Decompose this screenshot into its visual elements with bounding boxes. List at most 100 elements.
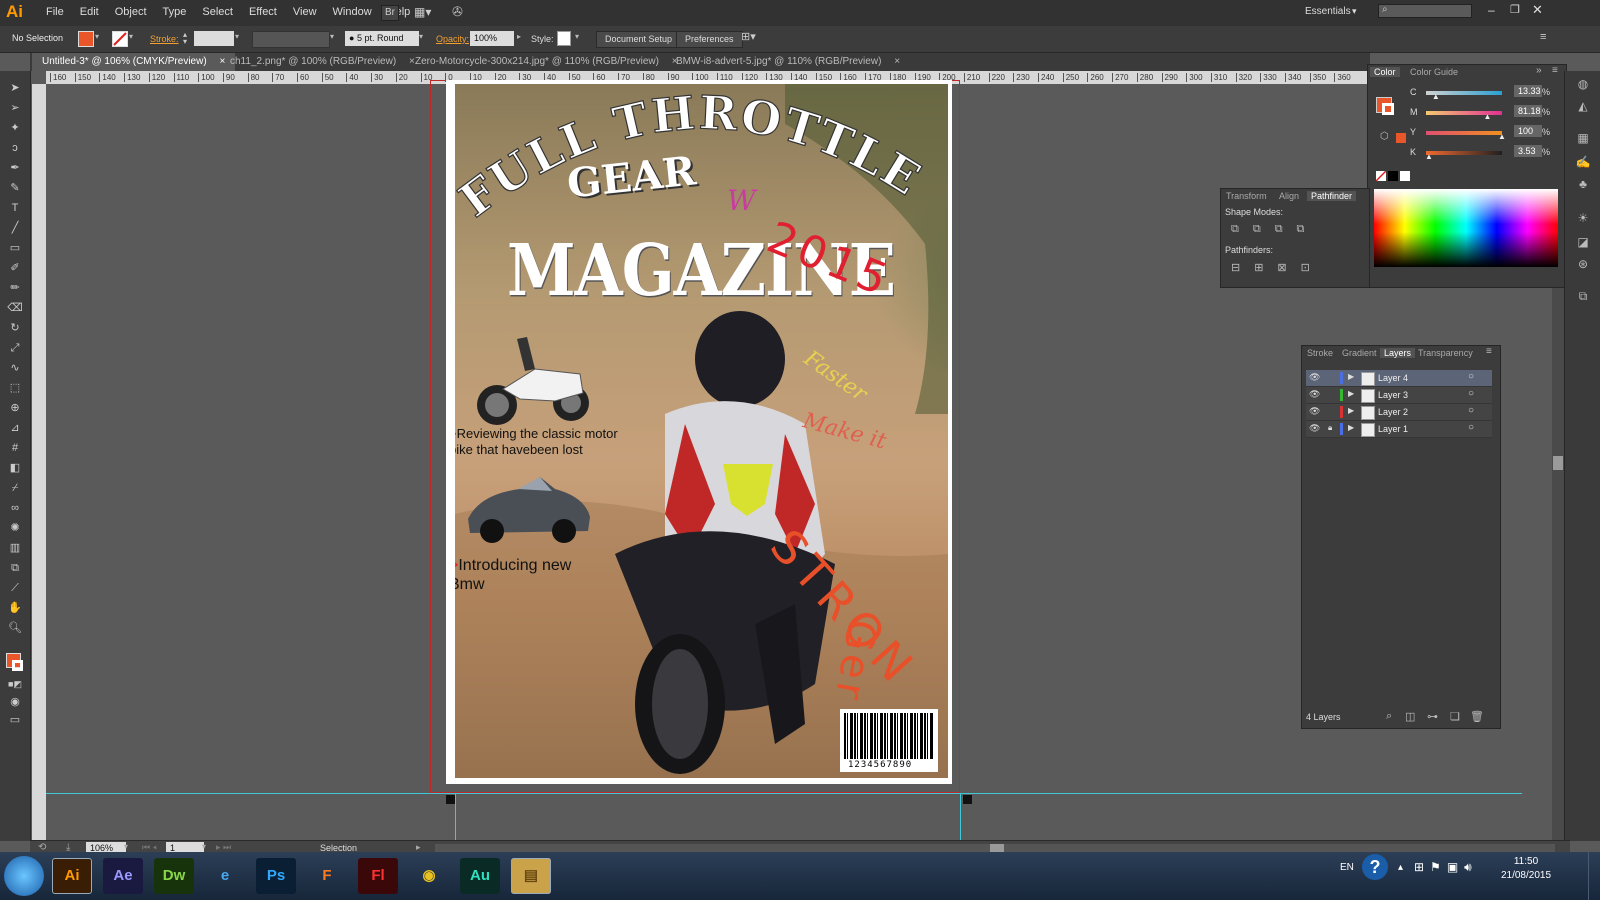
fill-color-swatch[interactable] bbox=[78, 31, 94, 47]
color-guide-icon[interactable]: ◭ bbox=[1575, 99, 1591, 113]
restore-window-icon[interactable]: ❐ bbox=[1510, 3, 1520, 16]
taskbar-app-7[interactable]: Fl bbox=[358, 858, 398, 894]
color-mode-icon[interactable]: ■◩ bbox=[7, 677, 23, 691]
chevron-down-icon[interactable]: ▾ bbox=[124, 842, 128, 851]
graphic-styles-icon[interactable]: ◪ bbox=[1575, 235, 1591, 249]
color-spectrum[interactable] bbox=[1374, 189, 1558, 267]
target-circle-icon[interactable]: ○ bbox=[1468, 371, 1474, 382]
curvature-tool-icon[interactable]: ✎ bbox=[7, 181, 23, 195]
chevron-down-icon[interactable]: ▾ bbox=[330, 32, 334, 41]
chevron-down-icon[interactable]: ▾ bbox=[575, 32, 579, 41]
taskbar-app-8[interactable]: ◉ bbox=[409, 858, 449, 894]
shape-builder-tool-icon[interactable]: ⊕ bbox=[7, 401, 23, 415]
taskbar-app-4[interactable]: e bbox=[205, 858, 245, 894]
direct-selection-tool-icon[interactable]: ➢ bbox=[7, 101, 23, 115]
menu-file[interactable]: File bbox=[38, 6, 72, 18]
expand-layer-icon[interactable]: ▶ bbox=[1348, 389, 1354, 398]
target-circle-icon[interactable]: ○ bbox=[1468, 422, 1474, 433]
tab-gradient[interactable]: Gradient bbox=[1342, 348, 1377, 358]
layer-row[interactable]: 👁︎ ▶ Layer 4 ○ bbox=[1306, 370, 1492, 387]
panel-menu-icon[interactable]: ≡ bbox=[1552, 65, 1558, 76]
stroke-swatch[interactable] bbox=[12, 660, 23, 671]
magazine-cover[interactable]: 1234567890 FULL THROTTLE GEAR W MAGAZINE… bbox=[455, 84, 948, 778]
out-of-gamut-swatch[interactable] bbox=[1396, 133, 1406, 143]
mesh-tool-icon[interactable]: # bbox=[7, 441, 23, 455]
chevron-down-icon[interactable]: ▾ bbox=[129, 32, 133, 41]
taskbar-app-1[interactable]: Ai bbox=[52, 858, 92, 894]
blend-tool-icon[interactable]: ∞ bbox=[7, 501, 23, 515]
arrange-documents-icon[interactable]: ▦▾ bbox=[414, 5, 438, 19]
color-panel-icon[interactable]: ◍ bbox=[1575, 77, 1591, 91]
expand-layer-icon[interactable]: ▶ bbox=[1348, 406, 1354, 415]
menu-window[interactable]: Window bbox=[325, 6, 380, 18]
menu-type[interactable]: Type bbox=[155, 6, 195, 18]
visibility-eye-icon[interactable]: 👁︎ bbox=[1309, 389, 1320, 400]
hand-tool-icon[interactable]: ✋ bbox=[7, 601, 23, 615]
menu-effect[interactable]: Effect bbox=[241, 6, 285, 18]
tray-chevron-icon[interactable]: ▴ bbox=[1398, 862, 1403, 873]
menu-view[interactable]: View bbox=[285, 6, 325, 18]
none-swatch[interactable] bbox=[1375, 170, 1387, 182]
bridge-button[interactable]: Br bbox=[381, 5, 399, 21]
selection-tool-icon[interactable]: ➤ bbox=[7, 81, 23, 95]
target-circle-icon[interactable]: ○ bbox=[1468, 405, 1474, 416]
channel-slider[interactable] bbox=[1426, 151, 1502, 155]
layer-name[interactable]: Layer 4 bbox=[1378, 373, 1408, 383]
workspace-switcher[interactable]: Essentials bbox=[1305, 6, 1351, 17]
panel-menu-icon[interactable]: ≡ bbox=[1486, 346, 1492, 357]
tab-bmw-advert[interactable]: BMW-i8-advert-5.jpg* @ 110% (RGB/Preview… bbox=[666, 53, 910, 71]
opacity-label[interactable]: Opacity: bbox=[436, 34, 469, 44]
close-icon[interactable]: × bbox=[894, 56, 900, 67]
guide-vertical-left[interactable] bbox=[455, 793, 456, 840]
tab-layers[interactable]: Layers bbox=[1380, 348, 1416, 358]
taskbar-app-2[interactable]: Ae bbox=[103, 858, 143, 894]
tab-align[interactable]: Align bbox=[1279, 191, 1299, 201]
pathfinder-buttons[interactable]: ⊟⊞⊠⊡ bbox=[1231, 261, 1324, 274]
expand-layer-icon[interactable]: ▶ bbox=[1348, 423, 1354, 432]
brush-definition[interactable]: ● 5 pt. Round bbox=[345, 31, 419, 46]
search-input[interactable] bbox=[1378, 4, 1472, 18]
taskbar-app-5[interactable]: Ps bbox=[256, 858, 296, 894]
artboard-tool-icon[interactable]: ⧉ bbox=[7, 561, 23, 575]
slider-thumb-icon[interactable]: ▲ bbox=[1498, 132, 1506, 141]
channel-slider[interactable] bbox=[1426, 131, 1502, 135]
stroke-swatch[interactable] bbox=[1382, 103, 1394, 115]
lock-icon[interactable]: 🔒︎ bbox=[1328, 423, 1332, 433]
layer-name[interactable]: Layer 1 bbox=[1378, 424, 1408, 434]
taskbar-app-10[interactable]: ▤ bbox=[511, 858, 551, 894]
clipping-mask-icon[interactable]: ◫ bbox=[1405, 710, 1415, 723]
clock-time[interactable]: 11:50 bbox=[1500, 856, 1552, 867]
tab-ch11-2[interactable]: ch11_2.png* @ 100% (RGB/Preview) × bbox=[220, 53, 425, 71]
document-setup-button[interactable]: Document Setup bbox=[596, 31, 682, 48]
graph-tool-icon[interactable]: ▥ bbox=[7, 541, 23, 555]
channel-value[interactable]: 100 bbox=[1514, 125, 1542, 137]
pen-tool-icon[interactable]: ✒ bbox=[7, 161, 23, 175]
locate-object-icon[interactable]: ⌕ bbox=[1386, 710, 1392, 723]
layer-row[interactable]: 👁︎ 🔒︎ ▶ Layer 1 ○ bbox=[1306, 421, 1492, 438]
zoom-tool-icon[interactable]: 🔍︎ bbox=[7, 621, 23, 635]
slider-thumb-icon[interactable]: ▲ bbox=[1484, 112, 1492, 121]
graphic-style-swatch[interactable] bbox=[557, 31, 571, 46]
menu-object[interactable]: Object bbox=[107, 6, 155, 18]
layer-row[interactable]: 👁︎ ▶ Layer 3 ○ bbox=[1306, 387, 1492, 404]
guide-horizontal[interactable] bbox=[46, 793, 1522, 794]
chevron-down-icon[interactable]: ▾ bbox=[419, 32, 423, 41]
magic-wand-tool-icon[interactable]: ✦ bbox=[7, 121, 23, 135]
slider-thumb-icon[interactable]: ▲ bbox=[1432, 92, 1440, 101]
show-desktop-button[interactable] bbox=[1588, 852, 1600, 900]
warp-tool-icon[interactable]: ∿ bbox=[7, 361, 23, 375]
chevron-down-icon[interactable]: ▾ bbox=[1352, 6, 1357, 17]
menu-edit[interactable]: Edit bbox=[72, 6, 107, 18]
links-icon[interactable]: ⊛ bbox=[1575, 257, 1591, 271]
new-layer-icon[interactable]: ❏ bbox=[1450, 710, 1460, 723]
tab-stroke[interactable]: Stroke bbox=[1307, 348, 1333, 358]
delete-layer-icon[interactable]: 🗑︎ bbox=[1470, 710, 1484, 723]
gradient-tool-icon[interactable]: ◧ bbox=[7, 461, 23, 475]
panel-collapse-icon[interactable]: » bbox=[1536, 65, 1542, 76]
symbols-icon[interactable]: ♣ bbox=[1575, 177, 1591, 191]
panel-menu-icon[interactable]: ≡ bbox=[1540, 31, 1546, 43]
clock-date[interactable]: 21/08/2015 bbox=[1500, 870, 1552, 881]
channel-value[interactable]: 81.18 bbox=[1514, 105, 1542, 117]
chevron-right-icon[interactable]: ▸ bbox=[517, 32, 521, 41]
line-tool-icon[interactable]: ╱ bbox=[7, 221, 23, 235]
